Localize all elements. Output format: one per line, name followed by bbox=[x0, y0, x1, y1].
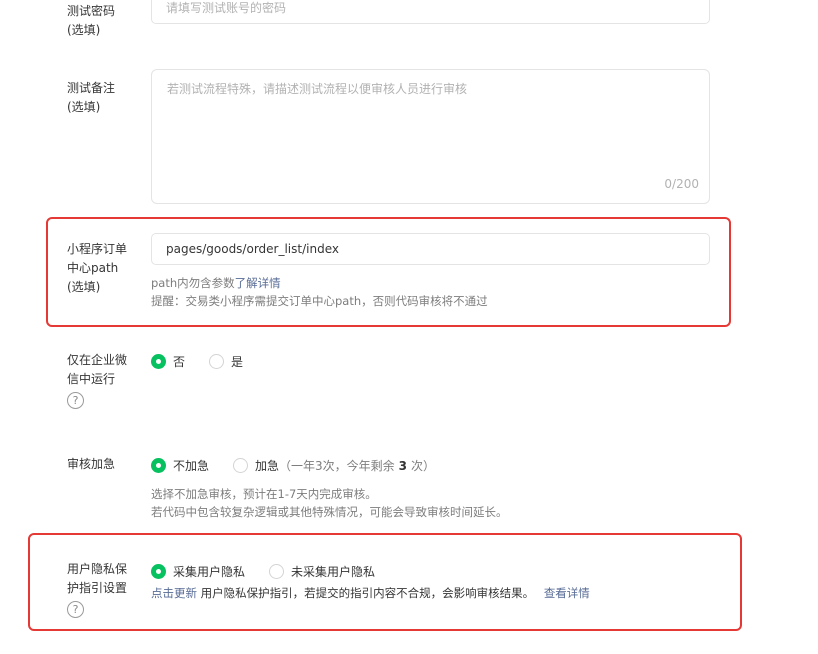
privacy-hint: 点击更新 用户隐私保护指引，若提交的指引内容不合规，会影响审核结果。 查看详情 bbox=[151, 584, 590, 602]
expedite-quota-count: 3 bbox=[398, 458, 408, 473]
expedite-option-no-label: 不加急 bbox=[173, 459, 210, 473]
radio-checked-icon bbox=[151, 354, 166, 369]
test-password-label: 测试密码 (选填) bbox=[67, 2, 139, 40]
order-path-label-line2: 中心path bbox=[67, 261, 119, 275]
privacy-radio-group: 采集用户隐私 未采集用户隐私 bbox=[151, 563, 399, 580]
wecom-only-option-yes-label: 是 bbox=[231, 355, 244, 369]
privacy-view-details-link[interactable]: 查看详情 bbox=[544, 586, 590, 600]
privacy-help-icon[interactable]: ? bbox=[67, 601, 84, 618]
test-notes-placeholder: 若测试流程特殊，请描述测试流程以便审核人员进行审核 bbox=[167, 82, 468, 96]
order-path-hint-line2: 提醒：交易类小程序需提交订单中心path，否则代码审核将不通过 bbox=[151, 294, 488, 308]
privacy-hint-text: 用户隐私保护指引，若提交的指引内容不合规，会影响审核结果。 bbox=[197, 586, 535, 600]
expedite-quota-suffix: 次） bbox=[411, 459, 436, 473]
privacy-option-collect-label: 采集用户隐私 bbox=[173, 565, 246, 579]
expedite-hint-line1: 选择不加急审核，预计在1-7天内完成审核。 bbox=[151, 487, 377, 501]
wecom-only-label-line2: 信中运行 bbox=[67, 372, 116, 386]
expedite-hint-line2: 若代码中包含较复杂逻辑或其他特殊情况，可能会导致审核时间延长。 bbox=[151, 505, 508, 519]
order-path-optional: (选填) bbox=[67, 280, 101, 294]
radio-unchecked-icon bbox=[269, 564, 285, 579]
test-password-placeholder: 请填写测试账号的密码 bbox=[166, 1, 287, 15]
test-notes-textarea[interactable]: 若测试流程特殊，请描述测试流程以便审核人员进行审核 0/200 bbox=[151, 69, 710, 204]
privacy-option-not-collect[interactable]: 未采集用户隐私 bbox=[269, 563, 375, 580]
order-path-value: pages/goods/order_list/index bbox=[166, 242, 339, 256]
privacy-label-line2: 护指引设置 bbox=[67, 581, 128, 595]
order-path-input[interactable]: pages/goods/order_list/index bbox=[151, 233, 710, 265]
privacy-option-collect[interactable]: 采集用户隐私 bbox=[151, 563, 245, 580]
privacy-label-line1: 用户隐私保 bbox=[67, 562, 128, 576]
order-path-label: 小程序订单 中心path (选填) bbox=[67, 240, 139, 297]
expedite-radio-group: 不加急 加急 （一年3次，今年剩余 3 次） bbox=[151, 457, 435, 474]
order-path-hint: path内勿含参数了解详情 提醒：交易类小程序需提交订单中心path，否则代码审… bbox=[151, 274, 488, 310]
order-path-label-line1: 小程序订单 bbox=[67, 242, 128, 256]
wecom-only-help-icon[interactable]: ? bbox=[67, 392, 84, 409]
wecom-only-label-line1: 仅在企业微 bbox=[67, 353, 128, 367]
order-path-learn-more-link[interactable]: 了解详情 bbox=[235, 276, 281, 290]
test-notes-label: 测试备注 (选填) bbox=[67, 79, 139, 117]
radio-checked-icon bbox=[151, 564, 166, 579]
expedite-quota-prefix: （一年3次，今年剩余 bbox=[279, 459, 395, 473]
privacy-option-not-collect-label: 未采集用户隐私 bbox=[291, 565, 376, 579]
test-password-optional: (选填) bbox=[67, 23, 101, 37]
test-notes-optional: (选填) bbox=[67, 100, 101, 114]
test-notes-char-counter: 0/200 bbox=[664, 177, 699, 191]
radio-unchecked-icon bbox=[233, 458, 249, 473]
wecom-only-option-yes[interactable]: 是 bbox=[209, 353, 243, 370]
test-password-label-text: 测试密码 bbox=[67, 4, 116, 18]
expedite-option-yes-label: 加急 bbox=[255, 459, 280, 473]
test-notes-label-text: 测试备注 bbox=[67, 81, 116, 95]
expedite-label: 审核加急 bbox=[67, 455, 139, 474]
order-path-hint-line1: path内勿含参数了解详情 bbox=[151, 274, 488, 292]
expedite-option-yes[interactable]: 加急 （一年3次，今年剩余 3 次） bbox=[233, 457, 435, 474]
radio-checked-icon bbox=[151, 458, 166, 473]
test-password-input[interactable]: 请填写测试账号的密码 bbox=[151, 0, 710, 24]
expedite-hint: 选择不加急审核，预计在1-7天内完成审核。 若代码中包含较复杂逻辑或其他特殊情况… bbox=[151, 485, 508, 521]
expedite-label-text: 审核加急 bbox=[67, 457, 116, 471]
privacy-label: 用户隐私保 护指引设置 ? bbox=[67, 560, 139, 619]
expedite-option-no[interactable]: 不加急 bbox=[151, 457, 209, 474]
wecom-only-option-no[interactable]: 否 bbox=[151, 353, 185, 370]
radio-unchecked-icon bbox=[209, 354, 225, 369]
wecom-only-option-no-label: 否 bbox=[173, 355, 186, 369]
wecom-only-radio-group: 否 是 bbox=[151, 353, 267, 370]
order-path-hint-text: path内勿含参数 bbox=[151, 276, 235, 290]
wecom-only-label: 仅在企业微 信中运行 ? bbox=[67, 351, 139, 410]
privacy-update-link[interactable]: 点击更新 bbox=[151, 586, 197, 600]
